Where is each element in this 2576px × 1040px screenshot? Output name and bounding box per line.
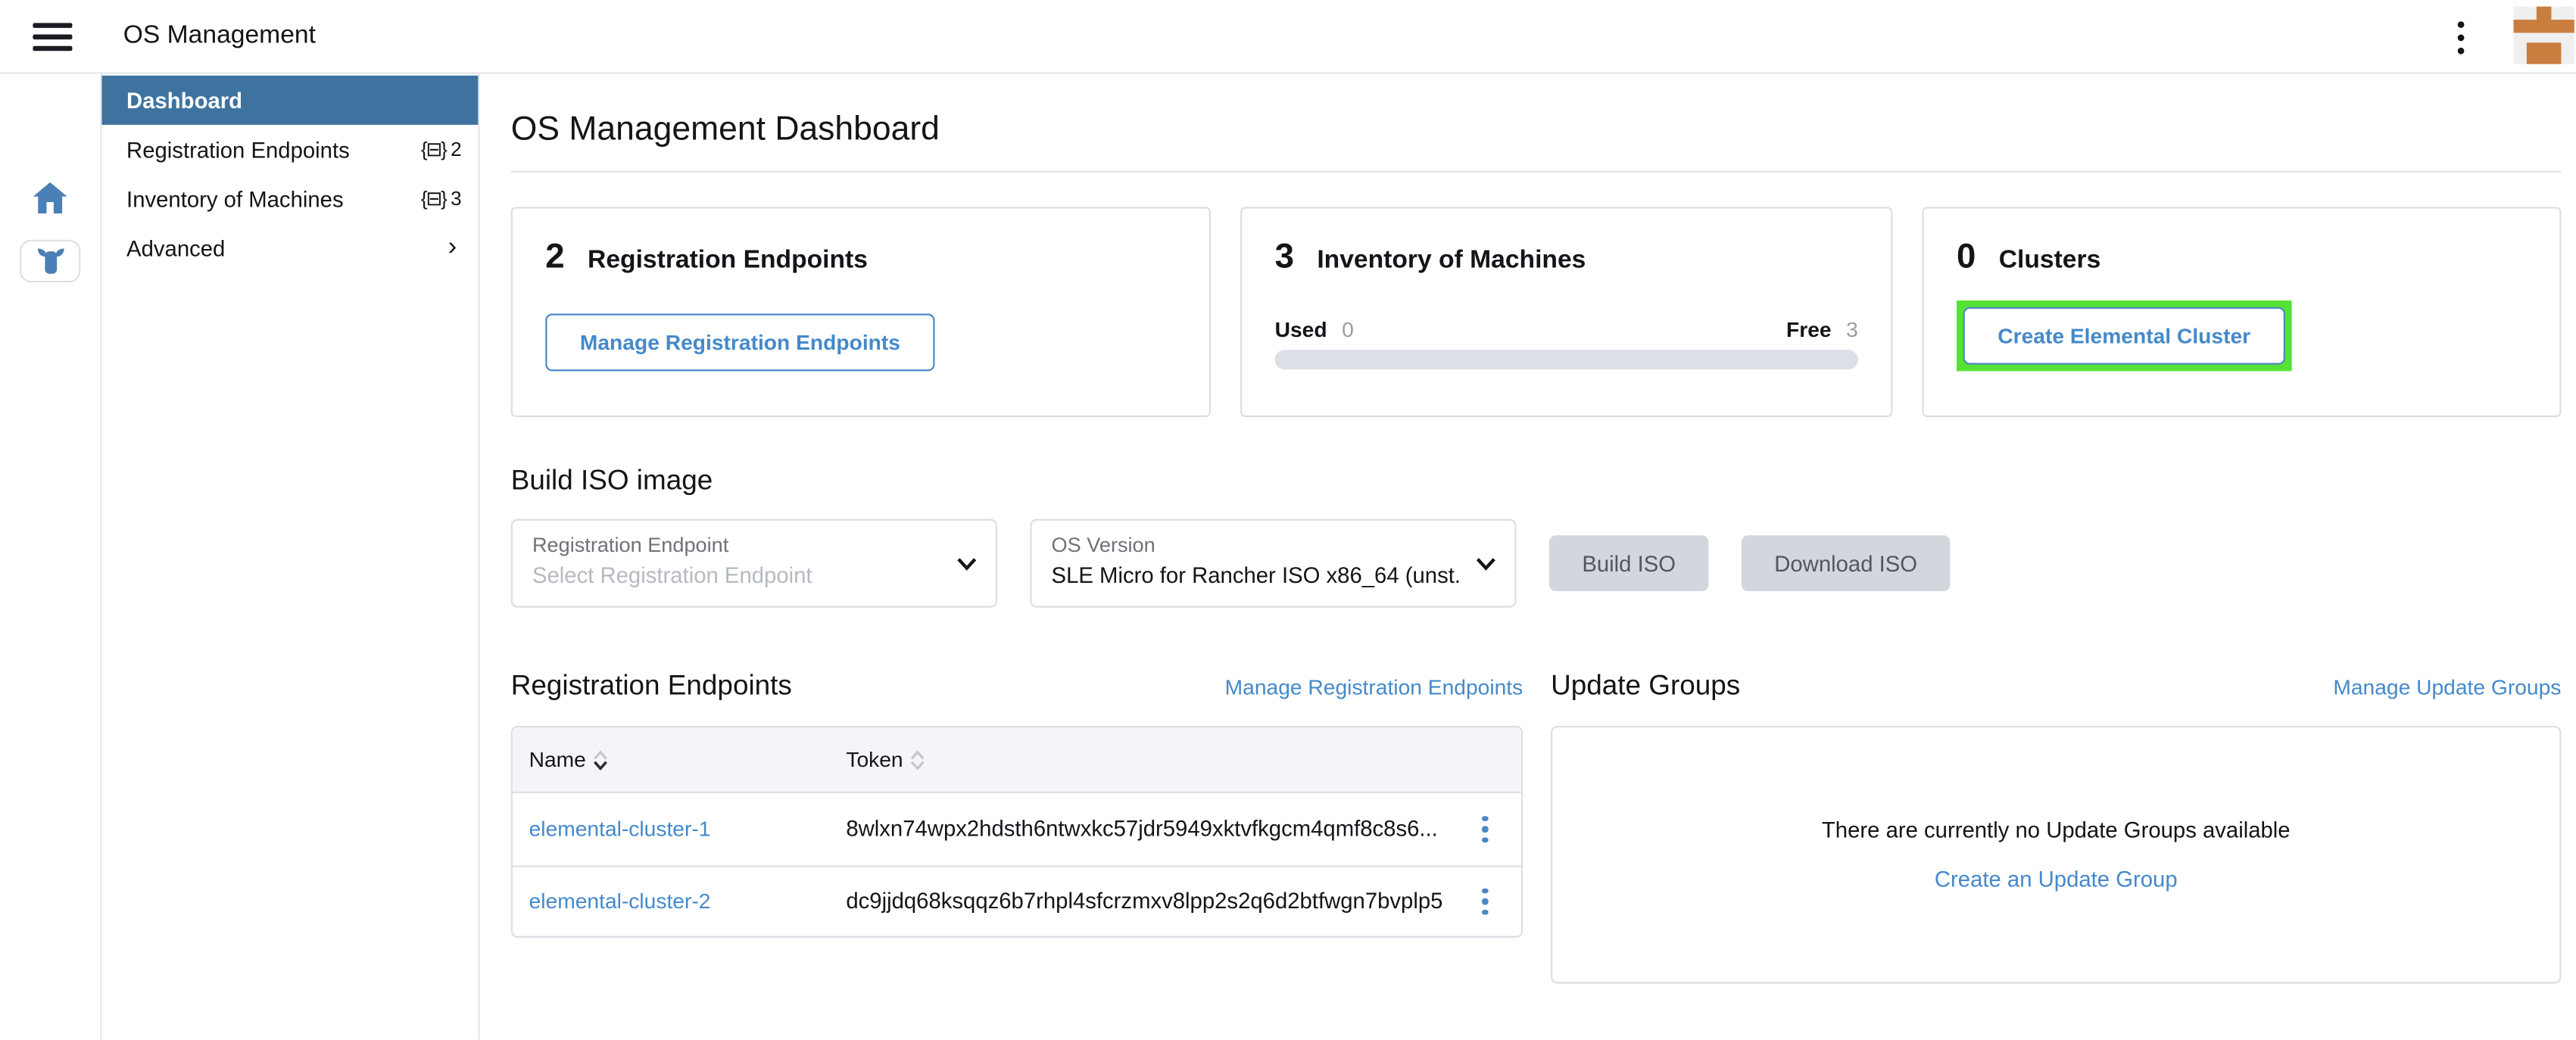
endpoint-name-link[interactable]: elemental-cluster-2 [529, 889, 711, 914]
registration-endpoint-select[interactable]: Registration Endpoint Select Registratio… [511, 519, 997, 608]
sidebar-item-label: Registration Endpoints [126, 137, 350, 162]
endpoint-token: dc9jjdq68ksqqz6b7rhpl4sfcrzmxv8lpp2s2q6d… [846, 889, 1442, 914]
sidebar-item-label: Dashboard [126, 88, 242, 113]
create-update-group-link[interactable]: Create an Update Group [1935, 867, 2178, 892]
download-iso-button[interactable]: Download ISO [1742, 535, 1951, 591]
sidebar-item-dashboard[interactable]: Dashboard [102, 76, 479, 125]
app-logo-icon[interactable] [2513, 6, 2574, 64]
app-title: OS Management [123, 21, 316, 51]
update-groups-section-title: Update Groups [1551, 670, 1740, 702]
registration-endpoints-section-title: Registration Endpoints [511, 670, 792, 702]
chevron-right-icon: › [448, 235, 457, 261]
select-label: Registration Endpoint [532, 534, 976, 556]
inventory-of-machines-card: 3 Inventory of Machines Used 0 Free 3 [1240, 207, 1892, 417]
count-badge-icon: {⊟} [421, 138, 446, 160]
sort-carets-icon[interactable] [909, 749, 925, 769]
top-bar: OS Management [0, 0, 2576, 74]
page-title: OS Management Dashboard [511, 110, 2562, 172]
free-value: 3 [1846, 317, 1858, 342]
card-title: Inventory of Machines [1317, 246, 1586, 276]
row-actions-kebab-icon[interactable] [1476, 809, 1495, 849]
create-elemental-cluster-button[interactable]: Create Elemental Cluster [1963, 307, 2285, 365]
os-version-select[interactable]: OS Version SLE Micro for Rancher ISO x86… [1030, 519, 1516, 608]
card-title: Clusters [1999, 246, 2101, 276]
sort-carets-icon[interactable] [593, 749, 608, 769]
endpoint-name-link[interactable]: elemental-cluster-1 [529, 817, 711, 842]
manage-update-groups-link[interactable]: Manage Update Groups [2333, 675, 2561, 700]
table-row: elemental-cluster-1 8wlxn74wpx2hdsth6ntw… [513, 793, 1521, 864]
sidebar-item-label: Advanced [126, 235, 225, 260]
home-icon[interactable] [33, 182, 67, 222]
used-value: 0 [1342, 317, 1354, 342]
os-management-app: OS Management [0, 0, 2576, 1040]
endpoint-token: 8wlxn74wpx2hdsth6ntwxkc57jdr5949xktvfkgc… [846, 817, 1437, 842]
select-label: OS Version [1052, 534, 1495, 556]
update-groups-empty-panel: There are currently no Update Groups ava… [1551, 726, 2561, 984]
count-badge: {⊟} 2 [421, 138, 462, 160]
icon-rail [0, 74, 102, 1040]
card-count: 0 [1957, 238, 1976, 278]
row-actions-kebab-icon[interactable] [1476, 881, 1495, 921]
column-header-name[interactable]: Name [529, 747, 586, 772]
sidebar-nav: Dashboard Registration Endpoints {⊟} 2 I… [102, 74, 480, 1040]
sidebar-item-inventory-of-machines[interactable]: Inventory of Machines {⊟} 3 [102, 174, 479, 223]
elemental-bull-icon [32, 244, 68, 277]
elemental-extension-button[interactable] [20, 240, 80, 282]
machines-usage-progress-bar [1275, 350, 1858, 369]
chevron-down-icon [956, 556, 978, 571]
free-label: Free [1786, 317, 1832, 342]
column-header-token[interactable]: Token [846, 747, 903, 772]
card-count: 2 [545, 238, 564, 278]
count-badge: {⊟} 3 [421, 187, 462, 210]
sidebar-item-registration-endpoints[interactable]: Registration Endpoints {⊟} 2 [102, 125, 479, 174]
main-content: OS Management Dashboard 2 Registration E… [480, 74, 2576, 1040]
registration-endpoints-card: 2 Registration Endpoints Manage Registra… [511, 207, 1211, 417]
select-value: SLE Micro for Rancher ISO x86_64 (unst..… [1052, 563, 1462, 588]
count-badge-icon: {⊟} [421, 187, 446, 210]
manage-registration-endpoints-button[interactable]: Manage Registration Endpoints [545, 313, 934, 371]
registration-endpoints-table: Name Token [511, 726, 1523, 938]
action-highlight-box: Create Elemental Cluster [1957, 300, 2291, 371]
table-row: elemental-cluster-2 dc9jjdq68ksqqz6b7rhp… [513, 864, 1521, 936]
select-placeholder: Select Registration Endpoint [532, 563, 943, 588]
used-label: Used [1275, 317, 1327, 342]
card-title: Registration Endpoints [588, 246, 868, 276]
empty-state-text: There are currently no Update Groups ava… [1822, 817, 2291, 842]
sidebar-item-advanced[interactable]: Advanced › [102, 223, 479, 272]
clusters-card: 0 Clusters Create Elemental Cluster [1922, 207, 2561, 417]
hamburger-menu-icon[interactable] [33, 22, 72, 50]
manage-registration-endpoints-link[interactable]: Manage Registration Endpoints [1225, 675, 1523, 700]
card-count: 3 [1275, 238, 1294, 278]
sidebar-item-label: Inventory of Machines [126, 186, 344, 211]
build-iso-button[interactable]: Build ISO [1549, 535, 1709, 591]
table-header-row: Name Token [513, 727, 1521, 793]
build-iso-title: Build ISO image [511, 465, 2562, 497]
chevron-down-icon [1475, 556, 1496, 571]
header-kebab-menu-icon[interactable] [2447, 19, 2476, 55]
